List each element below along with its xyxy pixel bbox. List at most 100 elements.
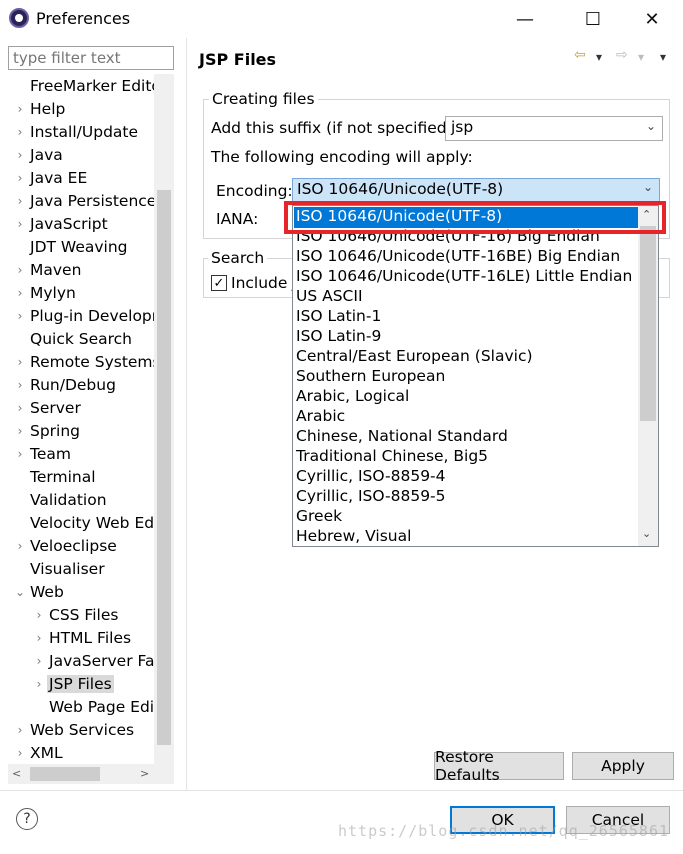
tree-item-label: HTML Files [49,628,132,647]
restore-defaults-button[interactable]: Restore Defaults [434,748,564,784]
twisty-icon[interactable]: › [12,125,28,139]
twisty-icon[interactable]: › [31,654,47,668]
tree-item[interactable]: Quick Search [8,327,134,350]
forward-arrow-icon[interactable]: ⇨ [616,47,628,63]
twisty-icon[interactable]: › [12,194,28,208]
minimize-button[interactable]: — [505,4,545,34]
tree-item[interactable]: FreeMarker Edito [8,74,163,97]
encoding-option[interactable]: Cyrillic, ISO-8859-4 [296,467,446,485]
tree-item[interactable]: › JavaScript [8,212,110,235]
tree-item[interactable]: › HTML Files [8,626,133,649]
twisty-icon[interactable]: ⌄ [12,585,28,599]
tree-item[interactable]: Validation [8,488,109,511]
include-label: Include J [231,274,297,292]
encoding-combo[interactable]: ISO 10646/Unicode(UTF-8) ⌄ [292,178,660,202]
twisty-icon[interactable]: › [12,102,28,116]
encoding-list-scroll-thumb[interactable] [640,226,656,421]
tree-item[interactable]: › Run/Debug [8,373,118,396]
chevron-down-icon: ⌄ [642,180,653,194]
tree-item[interactable]: Visualiser [8,557,107,580]
encoding-option[interactable]: Arabic [296,407,345,425]
filter-input[interactable] [8,46,174,70]
back-arrow-icon[interactable]: ⇦ [574,47,586,63]
twisty-icon[interactable]: › [31,677,47,691]
include-checkbox[interactable]: ✓ [211,275,227,291]
encoding-option[interactable]: ISO Latin-9 [296,327,381,345]
twisty-icon[interactable]: › [12,723,28,737]
suffix-combo[interactable]: jsp ⌄ [445,116,663,141]
twisty-icon[interactable]: › [31,631,47,645]
encoding-option[interactable]: US ASCII [296,287,363,305]
twisty-icon[interactable]: › [12,746,28,760]
tree-item[interactable]: › XML [8,741,65,764]
twisty-icon[interactable]: › [12,355,28,369]
twisty-icon[interactable]: › [12,424,28,438]
twisty-icon[interactable]: › [12,148,28,162]
encoding-option[interactable]: Chinese, National Standard [296,427,508,445]
tree-item-label: Validation [30,490,107,509]
twisty-icon[interactable]: › [12,217,28,231]
twisty-icon[interactable]: › [12,378,28,392]
encoding-option[interactable]: Cyrillic, ISO-8859-5 [296,487,446,505]
tree-item[interactable]: › Web Services [8,718,136,741]
tree-item[interactable]: Velocity Web Edi [8,511,160,534]
encoding-option[interactable]: Arabic, Logical [296,387,409,405]
tree-item-label: Web Services [30,720,135,739]
encoding-option[interactable]: Traditional Chinese, Big5 [296,447,488,465]
close-button[interactable]: ✕ [632,4,672,34]
forward-menu-chevron-icon[interactable]: ▾ [638,50,644,64]
tree-item[interactable]: ⌄ Web [8,580,66,603]
help-icon[interactable]: ? [16,808,38,830]
tree-item[interactable]: › Java [8,143,65,166]
tree-item[interactable]: Terminal [8,465,98,488]
maximize-button[interactable]: ☐ [573,4,613,34]
twisty-icon[interactable]: › [12,447,28,461]
tree-item[interactable]: › JSP Files [8,672,114,695]
twisty-icon[interactable]: › [12,309,28,323]
back-menu-chevron-icon[interactable]: ▾ [596,50,602,64]
tree-item[interactable]: › Maven [8,258,83,281]
twisty-icon[interactable]: › [12,263,28,277]
twisty-icon[interactable]: › [31,608,47,622]
scroll-right-arrow-icon[interactable]: > [140,767,149,780]
view-menu-chevron-icon[interactable]: ▾ [660,50,666,64]
apply-button[interactable]: Apply [572,752,674,780]
tree-item[interactable]: › Team [8,442,73,465]
tree-vertical-scroll-thumb[interactable] [157,190,171,745]
tree-item[interactable]: Web Page Edit [8,695,162,718]
tree-item[interactable]: › Help [8,97,67,120]
scroll-left-arrow-icon[interactable]: < [12,767,21,780]
twisty-icon[interactable]: › [12,539,28,553]
twisty-icon[interactable]: › [12,171,28,185]
tree-item-label: JDT Weaving [30,237,128,256]
tree-item-label: Visualiser [30,559,105,578]
tree-item-label: Run/Debug [30,375,116,394]
encoding-option[interactable]: ISO Latin-1 [296,307,381,325]
tree-item-label: Server [30,398,81,417]
tree-item[interactable]: › Plug-in Developr [8,304,160,327]
tree-item-label: JSP Files [47,674,114,693]
tree-item[interactable]: › Remote Systems [8,350,163,373]
tree-item[interactable]: › Install/Update [8,120,140,143]
twisty-icon[interactable]: › [12,401,28,415]
encoding-option[interactable]: ISO 10646/Unicode(UTF-16BE) Big Endian [296,247,620,265]
tree-item[interactable]: › JavaServer Fac [8,649,165,672]
tree-item[interactable]: › Java EE [8,166,89,189]
encoding-option[interactable]: ISO 10646/Unicode(UTF-16LE) Little Endia… [296,267,632,285]
tree-item[interactable]: › Veloeclipse [8,534,119,557]
encoding-option[interactable]: Hebrew, Visual [296,527,411,545]
tree-item[interactable]: JDT Weaving [8,235,130,258]
encoding-option[interactable]: Southern European [296,367,445,385]
encoding-option[interactable]: Central/East European (Slavic) [296,347,533,365]
tree-item[interactable]: › Server [8,396,83,419]
pane-splitter[interactable] [186,38,187,790]
tree-item[interactable]: › Mylyn [8,281,78,304]
tree-item[interactable]: › CSS Files [8,603,120,626]
tree-item[interactable]: › Java Persistence [8,189,158,212]
tree-item[interactable]: › Spring [8,419,82,442]
tree-item-label: Help [30,99,66,118]
encoding-option[interactable]: Greek [296,507,342,525]
tree-horizontal-scroll-thumb[interactable] [30,767,100,781]
scroll-down-arrow-icon[interactable]: ⌄ [642,527,651,540]
twisty-icon[interactable]: › [12,286,28,300]
